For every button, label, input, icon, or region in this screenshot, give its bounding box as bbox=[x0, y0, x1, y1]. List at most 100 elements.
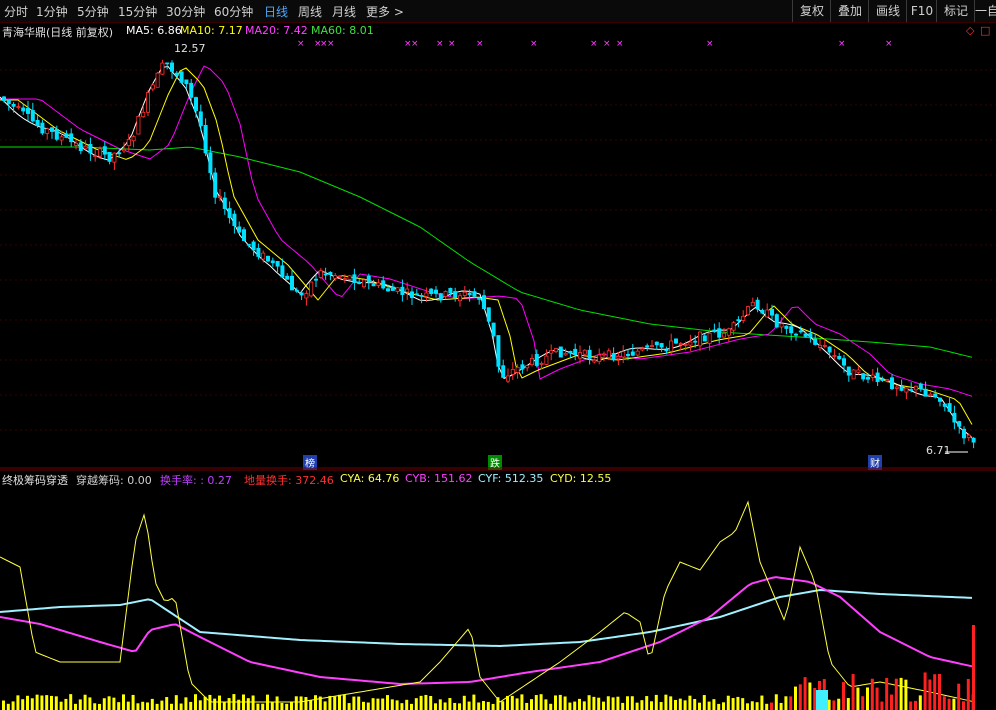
volume-bar bbox=[966, 678, 970, 710]
candle-body bbox=[337, 275, 342, 278]
volume-bar bbox=[218, 695, 221, 710]
candle-body bbox=[126, 139, 131, 147]
candle-body bbox=[717, 328, 722, 338]
timeframe-tab-weekly[interactable]: 周线 bbox=[298, 3, 322, 20]
volume-bar bbox=[683, 700, 687, 710]
candle-body bbox=[304, 293, 309, 299]
timeframe-tab-5min[interactable]: 5分钟 bbox=[77, 3, 109, 20]
candle-body bbox=[942, 403, 947, 407]
candle-body bbox=[827, 346, 832, 353]
timeframe-tab-30min[interactable]: 30分钟 bbox=[166, 3, 205, 20]
candle-body bbox=[952, 412, 957, 423]
volume-bar bbox=[390, 699, 394, 710]
candle-body bbox=[966, 434, 971, 438]
timeframe-tab-60min[interactable]: 60分钟 bbox=[214, 3, 253, 20]
draw-line-button[interactable]: 画线 bbox=[868, 0, 907, 22]
candle-body bbox=[467, 292, 472, 296]
volume-bar bbox=[362, 701, 365, 710]
volume-bar bbox=[69, 694, 73, 710]
volume-bar bbox=[381, 698, 385, 710]
candle-body bbox=[203, 124, 208, 154]
candle-body bbox=[429, 288, 434, 295]
candle-body bbox=[246, 243, 251, 246]
ma10-line bbox=[0, 67, 973, 425]
timeframe-tab-daily[interactable]: 日线 bbox=[264, 3, 288, 20]
candle-body bbox=[438, 293, 443, 301]
signal-marker: × bbox=[448, 39, 456, 49]
candle-body bbox=[45, 128, 50, 134]
candle-body bbox=[275, 261, 280, 267]
volume-bar bbox=[83, 694, 87, 710]
candle-body bbox=[54, 129, 59, 140]
volume-bar bbox=[938, 673, 941, 710]
candle-body bbox=[846, 366, 851, 376]
candle-body bbox=[554, 348, 559, 353]
volume-bar bbox=[294, 696, 298, 710]
volume-bar bbox=[122, 694, 125, 710]
mark-button[interactable]: 标记 bbox=[936, 0, 975, 22]
candle-body bbox=[741, 315, 746, 321]
candle-body bbox=[659, 343, 664, 348]
volume-bar bbox=[472, 694, 476, 710]
volume-bar bbox=[54, 696, 58, 710]
volume-bar bbox=[554, 695, 557, 710]
volume-bar bbox=[40, 695, 44, 710]
candle-body bbox=[539, 362, 544, 365]
adjust-button[interactable]: 复权 bbox=[792, 0, 831, 22]
candle-body bbox=[69, 133, 74, 143]
candle-body bbox=[59, 136, 64, 141]
overlay-button[interactable]: 叠加 bbox=[830, 0, 869, 22]
timeframe-tab-monthly[interactable]: 月线 bbox=[332, 3, 356, 20]
candle-body bbox=[193, 97, 198, 111]
volume-bar bbox=[405, 699, 409, 710]
volume-bar bbox=[270, 701, 274, 710]
timeframe-tab-1min[interactable]: 1分钟 bbox=[36, 3, 68, 20]
volume-bar bbox=[890, 694, 893, 710]
candle-body bbox=[145, 92, 150, 113]
volume-bar bbox=[563, 696, 567, 710]
candle-body bbox=[107, 151, 112, 162]
volume-bar bbox=[957, 683, 961, 710]
candle-body bbox=[102, 146, 107, 155]
candle-body bbox=[237, 226, 242, 233]
volume-bar bbox=[11, 701, 15, 710]
volume-bar bbox=[846, 698, 850, 710]
volume-bar bbox=[366, 702, 370, 710]
volume-bar bbox=[462, 695, 466, 710]
volume-bar bbox=[813, 687, 817, 710]
volume-bar bbox=[400, 703, 404, 710]
volume-bar bbox=[328, 695, 332, 710]
candle-body bbox=[21, 107, 26, 112]
volume-bar bbox=[429, 695, 433, 710]
candle-body bbox=[342, 278, 347, 280]
volume-bar bbox=[290, 702, 293, 710]
chart-canvas[interactable]: × ×× × × × × × × × × × × × × × bbox=[0, 22, 996, 710]
custom-button[interactable]: 一自 bbox=[974, 0, 996, 22]
candle-body bbox=[35, 119, 40, 127]
candle-body bbox=[424, 292, 429, 297]
toolbar: 分时 1分钟 5分钟 15分钟 30分钟 60分钟 日线 周线 月线 更多 > … bbox=[0, 0, 996, 23]
timeframe-tab-15min[interactable]: 15分钟 bbox=[118, 3, 157, 20]
candle-body bbox=[251, 241, 256, 251]
volume-bar bbox=[602, 701, 605, 710]
candle-body bbox=[746, 306, 751, 316]
volume-bar bbox=[419, 695, 423, 710]
candle-body bbox=[333, 275, 338, 279]
candle-body bbox=[160, 62, 165, 75]
volume-bar bbox=[726, 695, 730, 710]
candle-body bbox=[606, 350, 611, 358]
candle-body bbox=[256, 247, 261, 257]
f10-button[interactable]: F10 bbox=[906, 0, 937, 22]
volume-bar bbox=[650, 701, 653, 710]
candle-body bbox=[496, 335, 501, 367]
timeframe-tab-more[interactable]: 更多 > bbox=[366, 3, 404, 20]
candle-body bbox=[578, 352, 583, 359]
candle-body bbox=[270, 260, 275, 264]
volume-bar bbox=[573, 701, 577, 710]
volume-bar bbox=[702, 695, 706, 710]
timeframe-tab-minute[interactable]: 分时 bbox=[4, 3, 28, 20]
volume-bar bbox=[35, 694, 39, 710]
candle-body bbox=[635, 350, 640, 356]
candle-body bbox=[702, 335, 707, 342]
cya-line bbox=[0, 500, 973, 703]
